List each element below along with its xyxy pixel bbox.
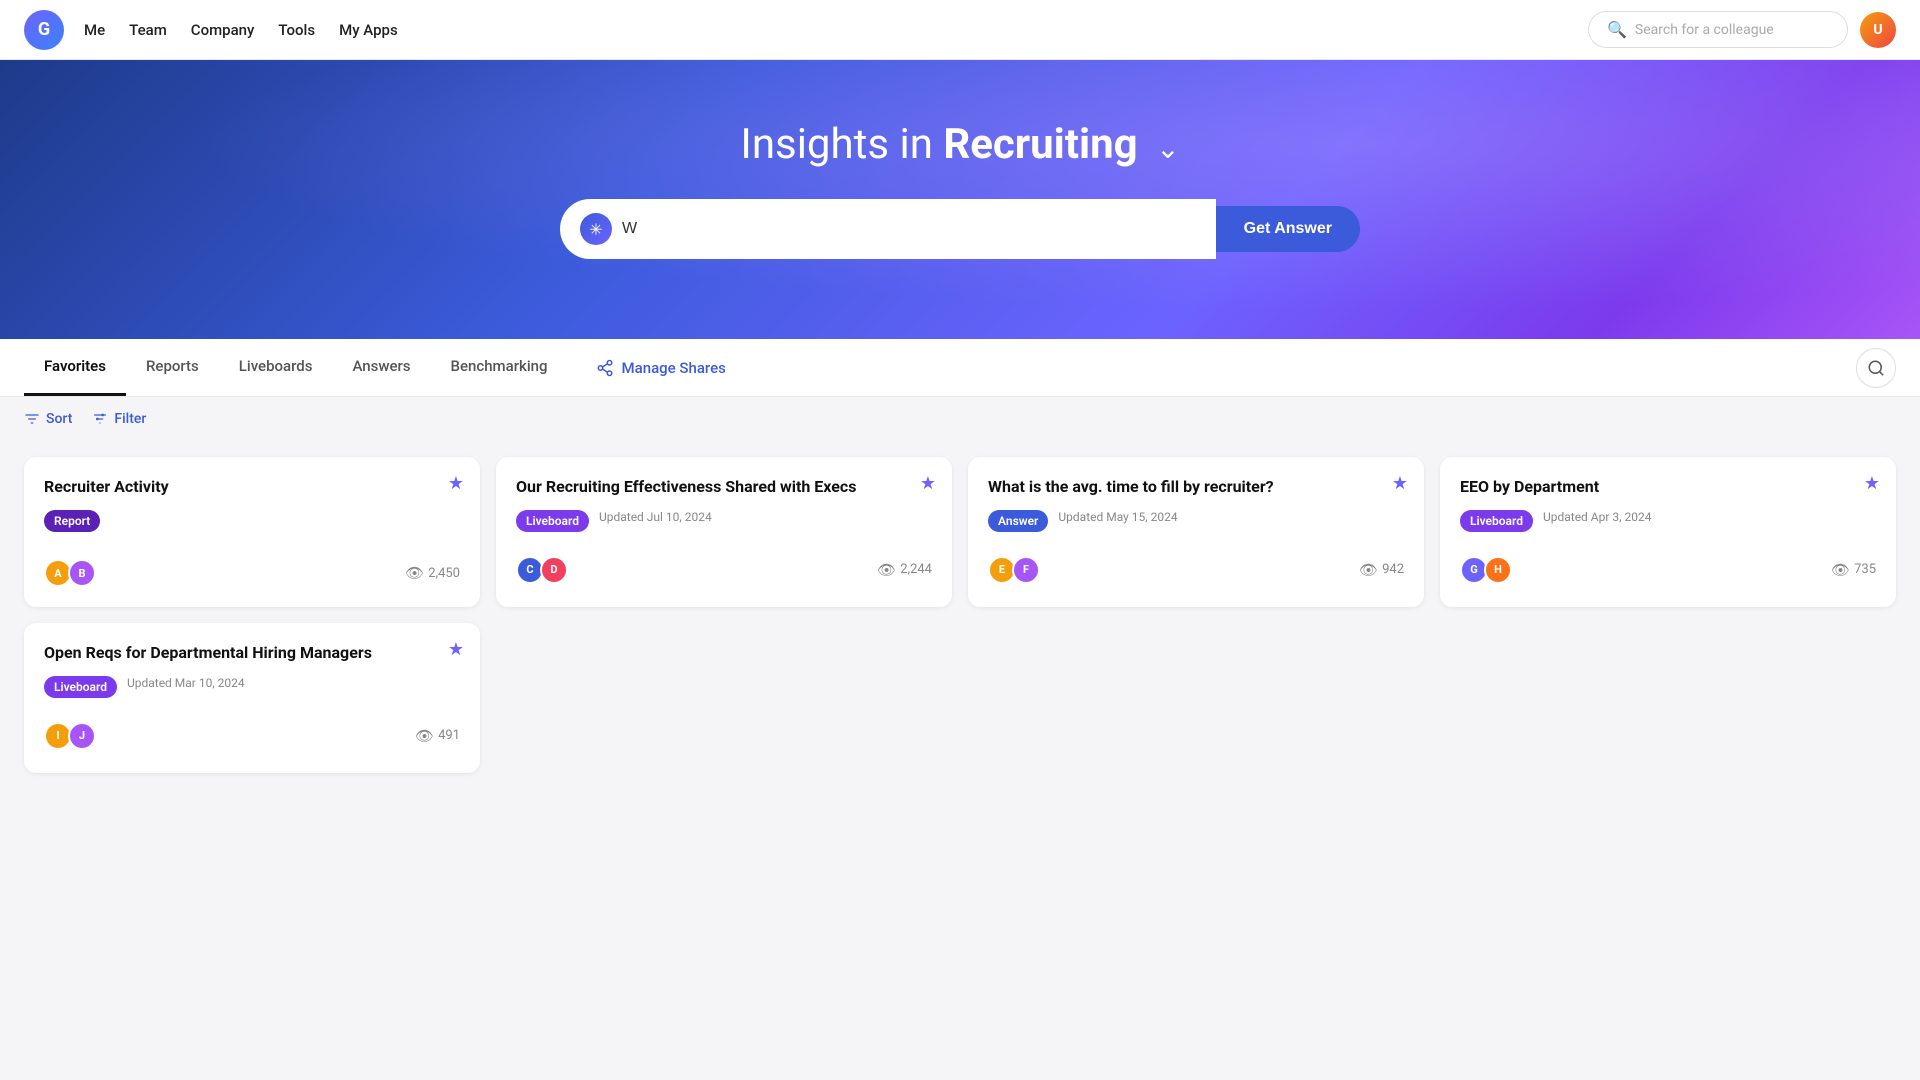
star-icon[interactable]: ★ <box>920 473 936 494</box>
get-answer-button[interactable]: Get Answer <box>1216 206 1360 252</box>
views-icon: 👁 <box>877 561 896 579</box>
views-icon: 👁 <box>1831 561 1850 579</box>
card-avatars: A B <box>44 559 92 587</box>
cards-grid-row1: ★ Recruiter Activity Report A B 👁 2,450 … <box>0 441 1920 623</box>
avatar: J <box>68 722 96 750</box>
hero-search-input[interactable] <box>622 220 1196 238</box>
tab-favorites[interactable]: Favorites <box>24 339 126 396</box>
toolbar: Sort Filter <box>0 397 1920 441</box>
star-icon[interactable]: ★ <box>448 639 464 660</box>
ai-icon: ✳ <box>580 213 612 245</box>
card-avatars: I J <box>44 722 92 750</box>
nav-company[interactable]: Company <box>191 17 255 43</box>
nav-my-apps[interactable]: My Apps <box>339 17 398 43</box>
manage-shares-button[interactable]: Manage Shares <box>576 341 746 395</box>
card-footer: A B 👁 2,450 <box>44 559 460 587</box>
tab-answers[interactable]: Answers <box>332 339 430 396</box>
tab-reports[interactable]: Reports <box>126 339 219 396</box>
tab-search-button[interactable] <box>1856 348 1896 388</box>
card-badge: Answer <box>988 510 1048 532</box>
star-icon[interactable]: ★ <box>1392 473 1408 494</box>
card-open-reqs[interactable]: ★ Open Reqs for Departmental Hiring Mana… <box>24 623 480 773</box>
card-title: Open Reqs for Departmental Hiring Manage… <box>44 643 460 664</box>
nav-me[interactable]: Me <box>84 17 105 43</box>
filter-button[interactable]: Filter <box>92 411 146 427</box>
tab-bar: Favorites Reports Liveboards Answers Ben… <box>0 339 1920 397</box>
card-avg-time-to-fill[interactable]: ★ What is the avg. time to fill by recru… <box>968 457 1424 607</box>
card-updated: Updated Apr 3, 2024 <box>1543 510 1652 524</box>
hero-search-input-wrap: ✳ <box>560 199 1216 259</box>
views-count: 942 <box>1382 562 1404 577</box>
card-title: Recruiter Activity <box>44 477 460 498</box>
search-colleague-placeholder: Search for a colleague <box>1635 22 1774 38</box>
card-recruiting-effectiveness[interactable]: ★ Our Recruiting Effectiveness Shared wi… <box>496 457 952 607</box>
avatar: D <box>540 556 568 584</box>
manage-shares-label: Manage Shares <box>622 359 726 377</box>
hero-title: Insights in Recruiting ⌄ <box>740 120 1179 169</box>
card-footer: C D 👁 2,244 <box>516 556 932 584</box>
views-count: 2,450 <box>428 566 460 581</box>
card-views: 👁 2,244 <box>877 561 932 579</box>
views-icon: 👁 <box>1359 561 1378 579</box>
card-avatars: G H <box>1460 556 1508 584</box>
card-eeo-by-department[interactable]: ★ EEO by Department Liveboard Updated Ap… <box>1440 457 1896 607</box>
card-badge: Liveboard <box>1460 510 1533 532</box>
top-nav: G Me Team Company Tools My Apps 🔍 Search… <box>0 0 1920 60</box>
recruiting-dropdown-icon[interactable]: ⌄ <box>1156 132 1179 165</box>
views-count: 2,244 <box>900 562 932 577</box>
app-logo[interactable]: G <box>24 10 64 50</box>
views-icon: 👁 <box>405 564 424 582</box>
card-views: 👁 735 <box>1831 561 1876 579</box>
filter-icon <box>92 411 108 427</box>
hero-banner: Insights in Recruiting ⌄ ✳ Get Answer <box>0 60 1920 339</box>
avatar: F <box>1012 556 1040 584</box>
card-title: Our Recruiting Effectiveness Shared with… <box>516 477 932 498</box>
card-title: EEO by Department <box>1460 477 1876 498</box>
nav-right: 🔍 Search for a colleague U <box>1588 11 1896 48</box>
share-icon <box>596 359 614 377</box>
card-footer: G H 👁 735 <box>1460 556 1876 584</box>
card-footer: E F 👁 942 <box>988 556 1404 584</box>
sort-icon <box>24 411 40 427</box>
user-avatar[interactable]: U <box>1860 12 1896 48</box>
card-views: 👁 491 <box>415 727 460 745</box>
card-badge: Report <box>44 510 100 532</box>
tab-liveboards[interactable]: Liveboards <box>219 339 333 396</box>
nav-team[interactable]: Team <box>129 17 167 43</box>
nav-tools[interactable]: Tools <box>278 17 315 43</box>
star-icon[interactable]: ★ <box>448 473 464 494</box>
avatar: B <box>68 559 96 587</box>
card-footer: I J 👁 491 <box>44 722 460 750</box>
views-count: 735 <box>1854 562 1876 577</box>
card-title: What is the avg. time to fill by recruit… <box>988 477 1404 498</box>
card-updated: Updated May 15, 2024 <box>1058 510 1177 524</box>
card-updated: Updated Mar 10, 2024 <box>127 676 245 690</box>
sort-button[interactable]: Sort <box>24 411 72 427</box>
views-icon: 👁 <box>415 727 434 745</box>
cards-grid-row2: ★ Open Reqs for Departmental Hiring Mana… <box>0 623 1920 797</box>
hero-search-bar: ✳ Get Answer <box>560 199 1360 259</box>
card-updated: Updated Jul 10, 2024 <box>599 510 712 524</box>
card-badge: Liveboard <box>44 676 117 698</box>
card-avatars: E F <box>988 556 1036 584</box>
avatar: H <box>1484 556 1512 584</box>
card-badge: Liveboard <box>516 510 589 532</box>
search-icon: 🔍 <box>1607 20 1627 39</box>
card-views: 👁 942 <box>1359 561 1404 579</box>
views-count: 491 <box>438 728 460 743</box>
star-icon[interactable]: ★ <box>1864 473 1880 494</box>
card-avatars: C D <box>516 556 564 584</box>
filter-label: Filter <box>114 411 146 427</box>
tab-benchmarking[interactable]: Benchmarking <box>431 339 568 396</box>
card-views: 👁 2,450 <box>405 564 460 582</box>
card-recruiter-activity[interactable]: ★ Recruiter Activity Report A B 👁 2,450 <box>24 457 480 607</box>
search-icon <box>1867 359 1885 377</box>
sort-label: Sort <box>46 411 72 427</box>
nav-links: Me Team Company Tools My Apps <box>84 17 398 43</box>
search-colleague-box[interactable]: 🔍 Search for a colleague <box>1588 11 1848 48</box>
